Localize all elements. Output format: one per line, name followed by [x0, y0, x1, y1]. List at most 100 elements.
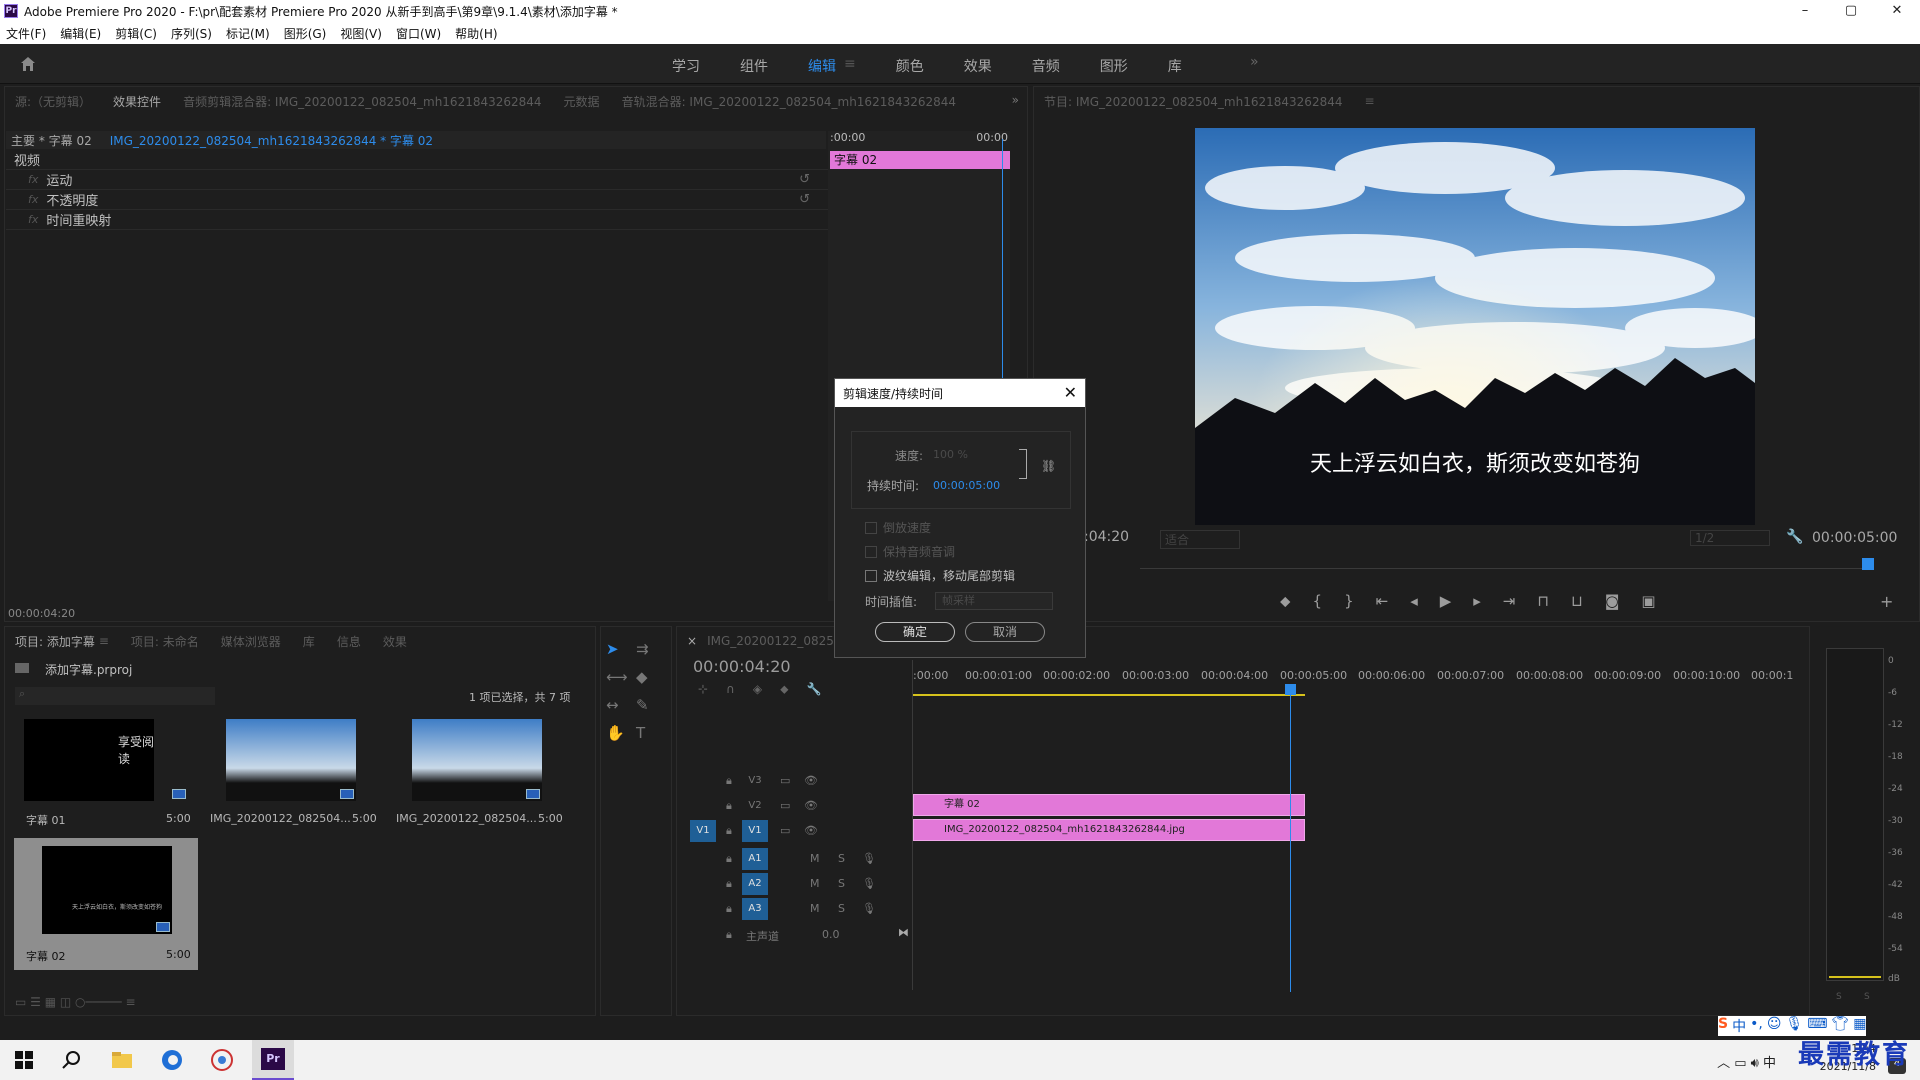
keyboard-icon[interactable]: ⌨	[1807, 1016, 1827, 1036]
slip-tool-icon[interactable]: ↔	[606, 696, 636, 714]
master-expand-icon[interactable]: ⧓	[898, 926, 909, 939]
tab-sequence[interactable]: IMG_20200122_082504	[707, 634, 849, 648]
search-icon[interactable]	[60, 1048, 84, 1072]
menu-help[interactable]: 帮助(H)	[455, 25, 497, 42]
master-volume[interactable]: 0.0	[822, 928, 840, 941]
solo-button[interactable]: S	[838, 877, 845, 890]
track-label-a3[interactable]: A3	[742, 898, 768, 920]
program-scrubber-line[interactable]	[1140, 568, 1870, 569]
project-item[interactable]	[226, 719, 356, 801]
track-label-a2[interactable]: A2	[742, 873, 768, 895]
program-playhead-icon[interactable]	[1862, 558, 1874, 570]
minimize-button[interactable]: –	[1782, 0, 1828, 22]
timeline-ruler[interactable]: :00:00 00:00:01:00 00:00:02:00 00:00:03:…	[913, 669, 1793, 683]
menu-edit[interactable]: 编辑(E)	[60, 25, 101, 42]
mark-in-icon[interactable]: {	[1313, 592, 1323, 610]
sync-icon[interactable]: ▭	[780, 799, 790, 812]
solo-button[interactable]: S	[838, 902, 845, 915]
workspace-menu-icon[interactable]: ≡	[844, 56, 856, 76]
timeline-timecode[interactable]: 00:00:04:20	[693, 657, 791, 676]
fx-icon[interactable]: fx	[28, 213, 38, 226]
menu-clip[interactable]: 剪辑(C)	[115, 25, 157, 42]
project-item-selected[interactable]: 天上浮云如白衣，斯须改变如苍狗 字幕 02 5:00	[14, 838, 198, 970]
step-back-icon[interactable]: ◂	[1410, 592, 1418, 610]
workspace-tab-assembly[interactable]: 组件	[740, 56, 768, 76]
file-explorer-icon[interactable]	[110, 1048, 134, 1072]
checkbox-box[interactable]	[865, 545, 877, 558]
close-window-button[interactable]: ✕	[1874, 0, 1920, 22]
tray-icons[interactable]: ︿ ▭ 🔊︎ 中	[1717, 1052, 1776, 1071]
menu-sequence[interactable]: 序列(S)	[171, 25, 212, 42]
sync-icon[interactable]: ▭	[780, 774, 790, 787]
extract-icon[interactable]: ⊔	[1571, 592, 1583, 610]
timeline-playhead-handle[interactable]	[1285, 684, 1296, 695]
project-search-input[interactable]: ⌕	[15, 687, 215, 705]
maintain-pitch-checkbox[interactable]: 保持音频音调	[865, 543, 955, 560]
menu-window[interactable]: 窗口(W)	[396, 25, 441, 42]
effect-row-opacity[interactable]: fx 不透明度 ↺	[6, 190, 828, 210]
voice-icon[interactable]: 🎙︎	[1785, 1016, 1803, 1036]
clip-image[interactable]: IMG_20200122_082504_mh1621843262844.jpg	[913, 819, 1305, 841]
track-label-v2[interactable]: V2	[742, 795, 768, 817]
lock-icon[interactable]: 🔒︎	[726, 799, 732, 813]
effect-row-time-remapping[interactable]: fx 时间重映射	[6, 210, 828, 230]
hand-tool-icon[interactable]: ✋	[606, 724, 636, 742]
timeline-playhead[interactable]	[1290, 684, 1291, 992]
ripple-edit-tool-icon[interactable]: ⟷	[606, 668, 636, 686]
workspace-tab-effects[interactable]: 效果	[964, 56, 992, 76]
track-label-a1[interactable]: A1	[742, 848, 768, 870]
menu-graphics[interactable]: 图形(G)	[284, 25, 327, 42]
tab-audio-track-mixer[interactable]: 音轨混合器: IMG_20200122_082504_mh16218432628…	[622, 93, 956, 110]
lock-icon[interactable]: 🔒︎	[726, 928, 732, 942]
home-icon[interactable]	[20, 56, 36, 72]
media-app-icon[interactable]	[210, 1048, 234, 1072]
lift-icon[interactable]: ⊓	[1537, 592, 1549, 610]
link-chain-icon[interactable]: ⛓	[1041, 459, 1056, 473]
menu-view[interactable]: 视图(V)	[340, 25, 382, 42]
clip-subtitle-02[interactable]: 字幕 02	[913, 794, 1305, 816]
workspace-tab-learn[interactable]: 学习	[672, 56, 700, 76]
tab-project-untitled[interactable]: 项目: 未命名	[131, 633, 199, 650]
go-to-in-icon[interactable]: ⇤	[1376, 592, 1389, 610]
mic-icon[interactable]: 🎙︎	[862, 902, 876, 915]
ec-clip-bar[interactable]: 字幕 02	[830, 151, 1010, 169]
tab-audio-clip-mixer[interactable]: 音频剪辑混合器: IMG_20200122_082504_mh162184326…	[183, 93, 541, 110]
ok-button[interactable]: 确定	[875, 622, 955, 642]
lock-icon[interactable]: 🔒︎	[726, 824, 732, 838]
add-button-icon[interactable]: +	[1880, 592, 1893, 611]
checkbox-box[interactable]	[865, 521, 877, 534]
tab-metadata[interactable]: 元数据	[564, 93, 600, 110]
tab-effect-controls[interactable]: 效果控件	[113, 93, 161, 110]
eye-icon[interactable]: 👁︎	[804, 774, 818, 787]
track-select-tool-icon[interactable]: ⇉	[636, 640, 666, 658]
fx-icon[interactable]: fx	[28, 193, 38, 206]
ime-mode[interactable]: 中	[1732, 1016, 1746, 1036]
workspace-tab-graphics[interactable]: 图形	[1100, 56, 1128, 76]
tab-project-add-subtitles[interactable]: 项目: 添加字幕	[15, 633, 95, 650]
panel-more-icon[interactable]: »	[1012, 93, 1019, 107]
emoji-icon[interactable]: ☺	[1767, 1016, 1782, 1036]
toolbox-icon[interactable]: ▦	[1853, 1016, 1866, 1036]
close-tab-icon[interactable]: ×	[687, 634, 697, 648]
reset-icon[interactable]: ↺	[799, 172, 810, 187]
workspace-more-icon[interactable]: »	[1250, 54, 1259, 70]
track-label-v1[interactable]: V1	[742, 820, 768, 842]
resolution-select[interactable]: 1/2	[1690, 530, 1770, 546]
time-interpolation-select[interactable]: 帧采样	[935, 592, 1053, 610]
program-menu-icon[interactable]: ≡	[1364, 94, 1374, 108]
meter-solo-button[interactable]: S	[1836, 992, 1842, 1002]
work-area-bar[interactable]	[913, 694, 1305, 696]
fx-icon[interactable]: fx	[28, 173, 38, 186]
fit-select[interactable]: 适合	[1160, 530, 1240, 549]
play-icon[interactable]: ▶	[1440, 592, 1452, 610]
project-item[interactable]	[412, 719, 542, 801]
track-label-v3[interactable]: V3	[742, 770, 768, 792]
type-tool-icon[interactable]: T	[636, 724, 666, 742]
edge-browser-icon[interactable]	[160, 1048, 184, 1072]
cancel-button[interactable]: 取消	[965, 622, 1045, 642]
maximize-button[interactable]: ▢	[1828, 0, 1874, 22]
reset-icon[interactable]: ↺	[799, 192, 810, 207]
speed-field[interactable]: 100 %	[933, 448, 968, 461]
razor-tool-icon[interactable]: ◆	[636, 668, 666, 686]
tab-effects[interactable]: 效果	[383, 633, 407, 650]
